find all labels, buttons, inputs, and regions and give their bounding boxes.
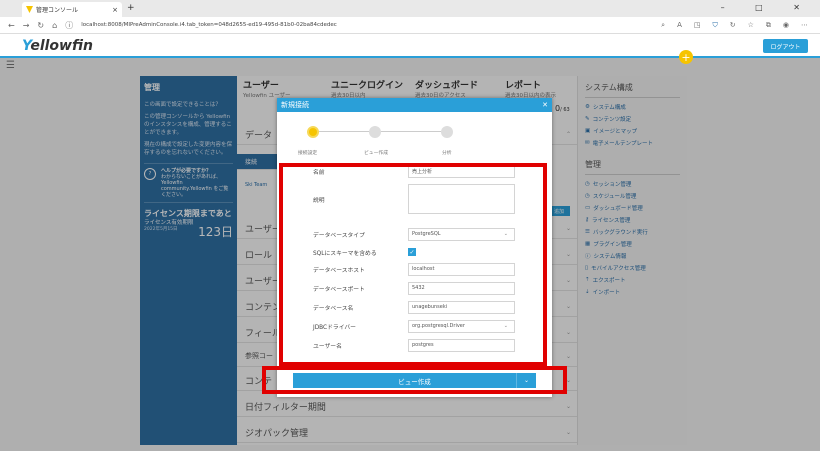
step-label: 分析 [442,151,452,156]
highlight-button-box [262,366,567,394]
home-icon[interactable]: ⌂ [52,21,57,30]
tab-close-icon[interactable]: × [112,6,118,14]
search-icon[interactable]: ⌕ [661,21,665,30]
refresh-icon[interactable]: ↻ [730,21,736,29]
favorites-icon[interactable]: ☆ [748,21,754,29]
address-bar: ← → ↻ ⌂ ⓘ localhost:8008/MIPreAdminConso… [0,17,820,34]
yellowfin-logo: Yellowfin [22,38,93,54]
reload-icon[interactable]: ↻ [37,21,44,30]
step-label: 接続設定 [298,151,318,156]
close-icon[interactable]: ✕ [542,101,548,109]
dialog-header: 新規接続 ✕ [277,98,552,112]
forward-icon[interactable]: → [23,21,30,30]
app-header [0,34,820,58]
wizard-steps: 接続設定 ビュー作成 分析 [277,112,552,160]
step-2-icon[interactable] [369,126,381,138]
profile-icon[interactable]: ◉ [783,21,789,29]
back-icon[interactable]: ← [8,21,15,30]
dialog-title: 新規接続 [281,101,309,109]
step-label: ビュー作成 [364,151,388,156]
highlight-form-box [279,163,547,366]
read-aloud-icon[interactable]: A [677,21,682,29]
info-icon: ⓘ [65,20,74,30]
logout-button[interactable]: ログアウト [763,39,808,53]
yellowfin-favicon-icon [26,6,33,13]
collections-icon[interactable]: ⧉ [766,21,771,30]
more-icon[interactable]: ⋯ [801,21,808,29]
extension-icon[interactable]: ◳ [694,21,701,29]
new-tab-button[interactable]: + [127,3,135,13]
browser-tab[interactable]: 管理コンソール × [22,2,122,17]
step-connector [381,131,441,132]
shield-icon[interactable]: ⛉ [712,21,717,30]
tab-title: 管理コンソール [36,7,79,14]
step-1-icon[interactable] [307,126,319,138]
url-field[interactable]: localhost:8008/MIPreAdminConsole.i4.tab_… [81,22,661,28]
logo-text: ellowfin [30,38,93,54]
create-plus-button[interactable]: + [679,50,693,64]
window-controls[interactable]: – □ ✕ [721,3,814,12]
step-connector [319,131,369,132]
step-3-icon[interactable] [441,126,453,138]
browser-tabstrip [0,0,820,17]
